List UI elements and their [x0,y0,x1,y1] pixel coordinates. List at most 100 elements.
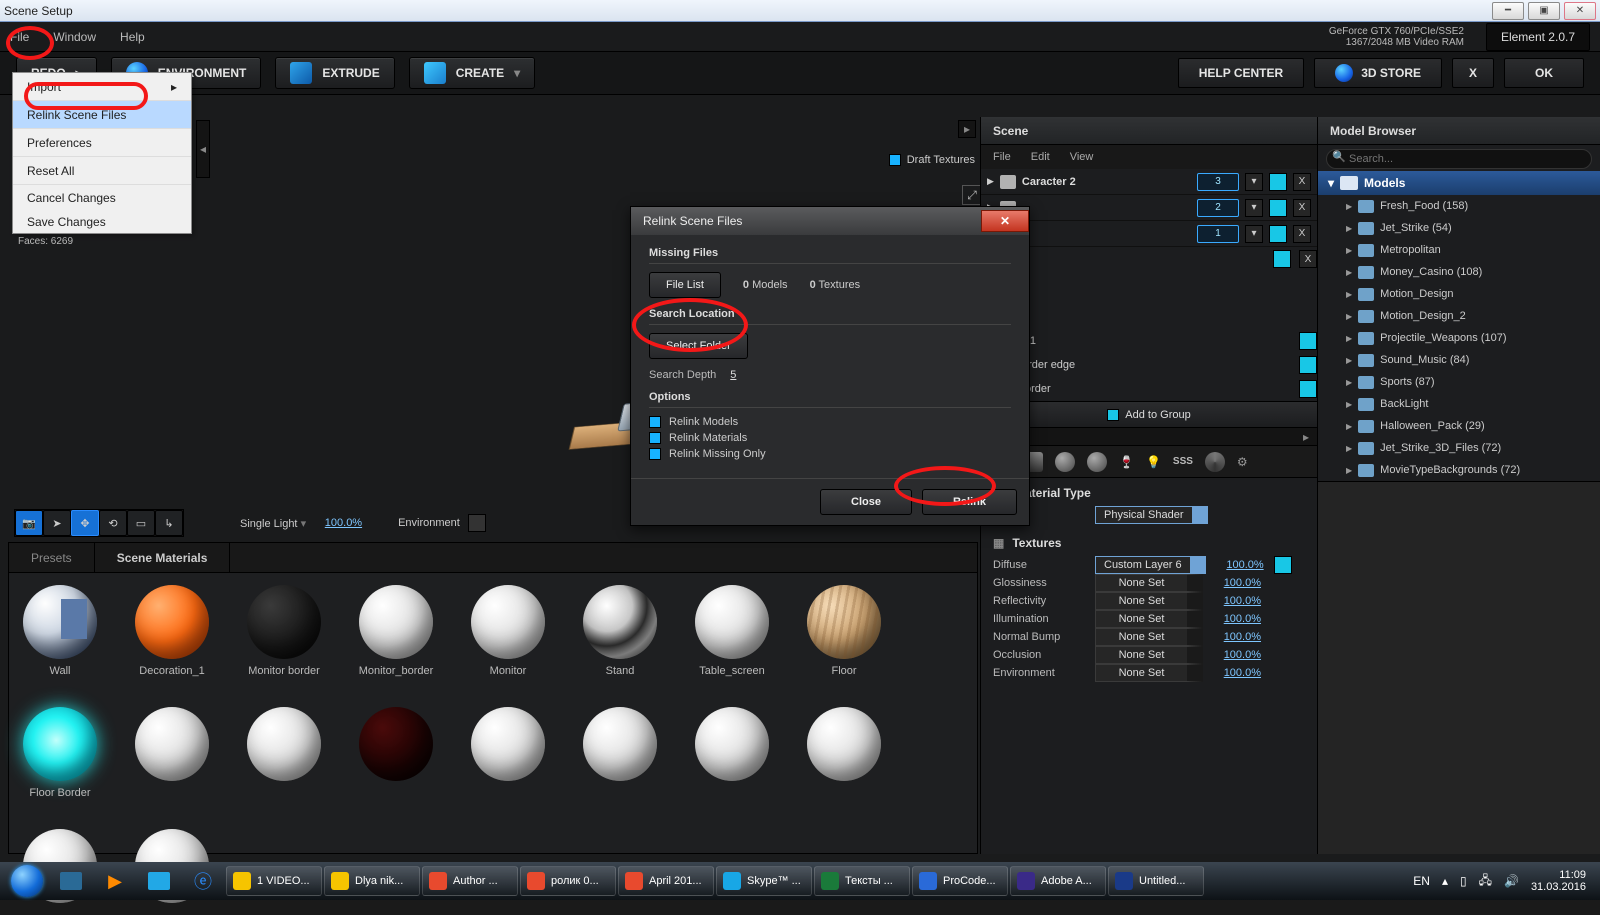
extrude-button[interactable]: EXTRUDE [275,57,394,89]
tree-item[interactable]: ▶Fresh_Food (158) [1318,195,1600,217]
menuitem-relink-scene-files[interactable]: Relink Scene Files [13,101,191,129]
taskbar-pin[interactable] [138,865,180,897]
texture-row[interactable]: GlossinessNone Set100.0% [993,574,1305,592]
create-button[interactable]: CREATE ▾ [409,57,535,89]
store-button[interactable]: 3D STORE [1314,58,1442,88]
preset-item[interactable] [131,707,213,799]
menuitem-save-changes[interactable]: Save Changes [13,211,191,233]
help-center-button[interactable]: HELP CENTER [1178,58,1304,88]
texture-percent[interactable]: 100.0% [1213,649,1261,661]
scene-edit[interactable]: Edit [1031,151,1050,163]
draft-textures-toggle[interactable]: Draft Textures [889,154,975,166]
move-tool[interactable]: ✥ [71,510,99,536]
network-icon[interactable]: 🖧 [1479,871,1492,892]
preset-item[interactable] [803,707,885,799]
visibility-toggle[interactable] [1299,356,1317,374]
light-percent[interactable]: 100.0% [314,517,362,529]
taskbar-pin[interactable]: ▶ [94,865,136,897]
scene-item[interactable]: ▶ 2▾ X [981,195,1317,221]
material-tab-sphere[interactable] [1087,452,1107,472]
visibility-toggle[interactable] [1299,332,1317,350]
texture-value[interactable]: None Set [1095,574,1203,592]
tree-item[interactable]: ▶Projectile_Weapons (107) [1318,327,1600,349]
tree-item[interactable]: ▶Halloween_Pack (29) [1318,415,1600,437]
material-tab-sss[interactable]: SSS [1173,456,1193,467]
taskbar-item[interactable]: April 201... [618,866,714,896]
texture-value[interactable]: None Set [1095,646,1203,664]
material-tab-glass[interactable]: 🍷 [1119,455,1134,469]
preset-item[interactable] [355,707,437,799]
language-indicator[interactable]: EN [1413,874,1430,888]
texture-row[interactable]: EnvironmentNone Set100.0% [993,664,1305,682]
search-depth-value[interactable]: 5 [730,369,736,381]
gear-icon[interactable]: ⚙ [1237,455,1248,469]
option-relink-models[interactable]: Relink Models [649,416,1011,428]
delete-button[interactable]: X [1293,173,1311,191]
preset-item[interactable]: Table_screen [691,585,773,677]
texture-percent[interactable]: 100.0% [1213,667,1261,679]
scale-tool[interactable]: ▭ [127,510,155,536]
window-maximize-button[interactable]: ▣ [1528,2,1560,20]
texture-row[interactable]: Normal BumpNone Set100.0% [993,628,1305,646]
preset-item[interactable]: Decoration_1 [131,585,213,677]
visibility-toggle[interactable] [1273,250,1291,268]
taskbar-item[interactable]: 1 VIDEO... [226,866,322,896]
menu-help[interactable]: Help [120,30,145,44]
menu-file[interactable]: File [10,30,29,44]
start-button[interactable] [6,864,48,898]
texture-percent[interactable]: 100.0% [1213,631,1261,643]
flag-icon[interactable]: ▯ [1460,874,1467,888]
taskbar-item[interactable]: Author ... [422,866,518,896]
select-folder-button[interactable]: Select Folder [649,333,748,359]
texture-percent[interactable]: 100.0% [1213,595,1261,607]
material-tab-wheel[interactable] [1205,452,1225,472]
texture-row[interactable]: IlluminationNone Set100.0% [993,610,1305,628]
scene-item[interactable]: ▶ 1▾ X [981,221,1317,247]
delete-button[interactable]: X [1293,225,1311,243]
taskbar-item[interactable]: Dlya nik... [324,866,420,896]
search-input[interactable] [1326,149,1592,169]
file-list-button[interactable]: File List [649,272,721,298]
preset-item[interactable] [579,707,661,799]
tree-item[interactable]: ▶Sports (87) [1318,371,1600,393]
rotate-tool[interactable]: ⟲ [99,510,127,536]
dialog-relink-btn[interactable]: Relink [922,489,1017,515]
volume-icon[interactable]: 🔊 [1504,874,1519,888]
menu-window[interactable]: Window [53,30,96,44]
tab-scene-materials[interactable]: Scene Materials [95,543,231,572]
left-panel-collapse[interactable]: ◂ [196,120,210,178]
preset-item[interactable]: Monitor [467,585,549,677]
tree-item[interactable]: ▶Jet_Strike (54) [1318,217,1600,239]
scene-item-count[interactable]: 2 [1197,199,1239,217]
taskbar-item[interactable]: Untitled... [1108,866,1204,896]
texture-row[interactable]: DiffuseCustom Layer 6100.0% [993,556,1305,574]
option-relink-materials[interactable]: Relink Materials [649,432,1011,444]
menuitem-preferences[interactable]: Preferences [13,129,191,157]
taskbar-item[interactable]: Тексты ... [814,866,910,896]
preset-item[interactable] [467,707,549,799]
texture-value[interactable]: None Set [1095,664,1203,682]
preset-item[interactable]: Floor [803,585,885,677]
tree-item[interactable]: ▶Motion_Design [1318,283,1600,305]
taskbar-pin[interactable] [50,865,92,897]
preset-item[interactable]: Stand [579,585,661,677]
texture-row[interactable]: OcclusionNone Set100.0% [993,646,1305,664]
add-to-group-button[interactable]: Add to Group [981,401,1317,427]
preset-item[interactable]: Floor Border [19,707,101,799]
option-relink-missing-only[interactable]: Relink Missing Only [649,448,1011,460]
material-tab-reflect[interactable] [1055,452,1075,472]
delete-button[interactable]: X [1299,250,1317,268]
tree-item[interactable]: ▶Jet_Strike_3D_Files (72) [1318,437,1600,459]
select-tool[interactable]: ➤ [43,510,71,536]
light-mode-select[interactable]: Single Light ▾ [240,517,306,530]
scene-subitem[interactable]: or border edge [981,353,1317,377]
delete-button[interactable]: X [1293,199,1311,217]
cancel-x-button[interactable]: X [1452,58,1494,88]
scene-item-count[interactable]: 1 [1197,225,1239,243]
tree-item[interactable]: ▶BackLight [1318,393,1600,415]
camera-tool[interactable]: 📷 [15,510,43,536]
chevron-right-icon[interactable]: ▸ [1303,430,1309,444]
preset-item[interactable] [243,707,325,799]
scene-subitem[interactable]: il 2X [981,247,1317,271]
menuitem-cancel-changes[interactable]: Cancel Changes [13,185,191,211]
